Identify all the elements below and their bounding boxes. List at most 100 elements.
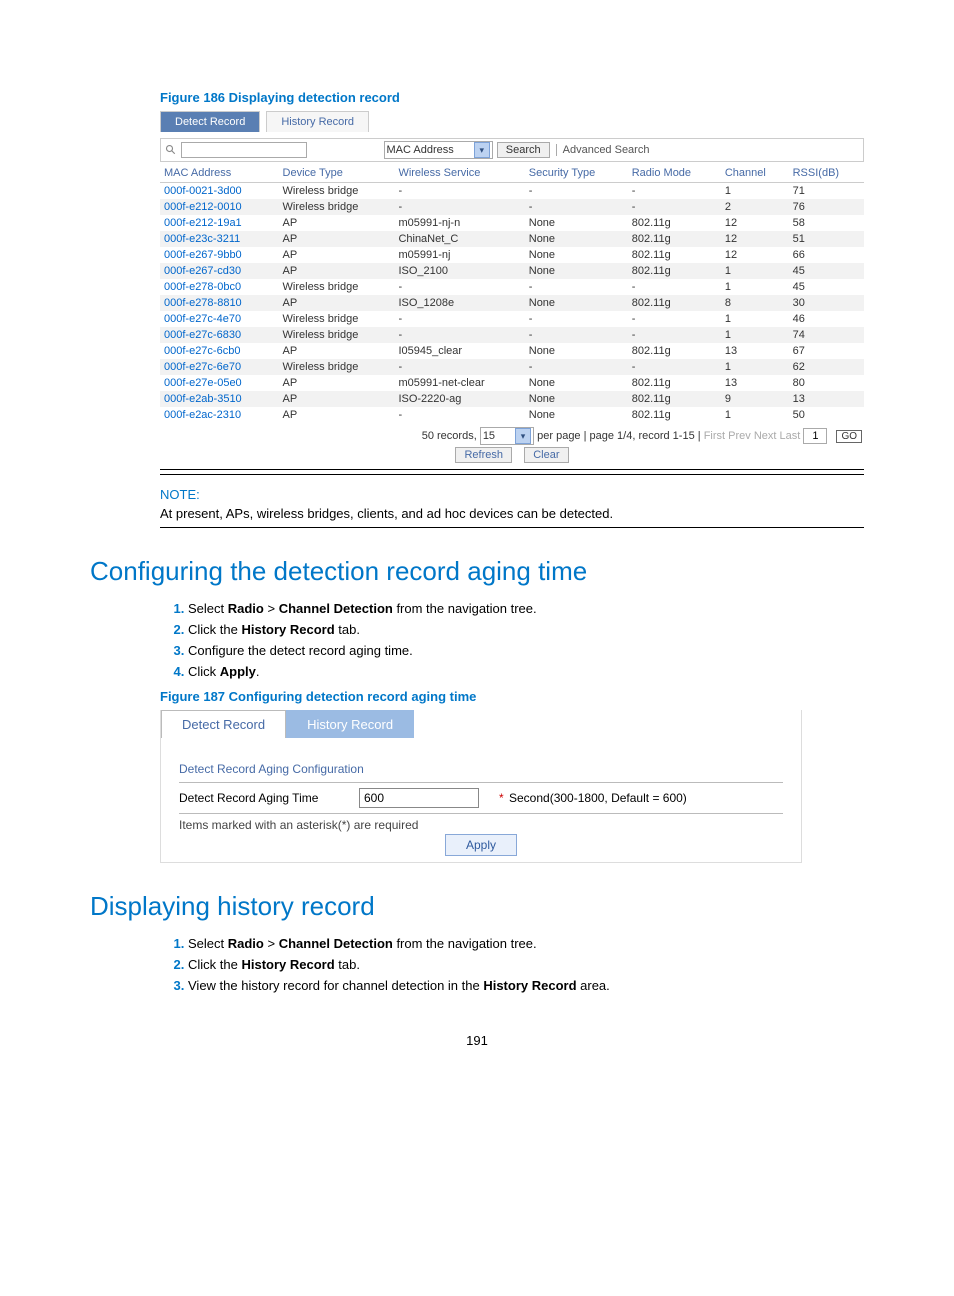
cell-wireless-service: -: [394, 327, 524, 343]
cell-security-type: None: [525, 247, 628, 263]
mac-link[interactable]: 000f-e27e-05e0: [164, 377, 242, 389]
clear-button[interactable]: Clear: [524, 447, 568, 463]
cell-rssi: 45: [789, 263, 864, 279]
separator: [160, 527, 864, 528]
cell-device-type: AP: [279, 231, 395, 247]
figure-186-caption: Figure 186 Displaying detection record: [160, 90, 864, 105]
table-row: 000f-e2ac-2310AP-None802.11g150: [160, 407, 864, 423]
mac-link[interactable]: 000f-e212-0010: [164, 201, 242, 213]
cell-device-type: AP: [279, 407, 395, 423]
cell-device-type: AP: [279, 295, 395, 311]
cell-wireless-service: -: [394, 407, 524, 423]
pager-next[interactable]: Next: [754, 430, 777, 442]
mac-link[interactable]: 000f-e212-19a1: [164, 217, 242, 229]
cell-rssi: 67: [789, 343, 864, 359]
tab2-detect-record[interactable]: Detect Record: [161, 710, 286, 738]
cell-channel: 1: [721, 407, 789, 423]
go-button[interactable]: GO: [836, 430, 862, 443]
mac-link[interactable]: 000f-e27c-4e70: [164, 313, 241, 325]
col-security-type[interactable]: Security Type: [525, 164, 628, 183]
cell-rssi: 80: [789, 375, 864, 391]
cell-rssi: 51: [789, 231, 864, 247]
mac-link[interactable]: 000f-e278-0bc0: [164, 281, 241, 293]
step-item: View the history record for channel dete…: [188, 978, 864, 993]
table-row: 000f-e23c-3211APChinaNet_CNone802.11g125…: [160, 231, 864, 247]
cell-device-type: Wireless bridge: [279, 279, 395, 295]
page-size-value: 15: [483, 430, 495, 442]
cell-rssi: 30: [789, 295, 864, 311]
cell-rssi: 74: [789, 327, 864, 343]
page-number-input[interactable]: [803, 428, 827, 444]
cell-radio-mode: -: [628, 311, 721, 327]
pager-first[interactable]: First: [704, 430, 725, 442]
pager-last[interactable]: Last: [780, 430, 801, 442]
mac-link[interactable]: 000f-e2ab-3510: [164, 393, 242, 405]
mac-link[interactable]: 000f-e278-8810: [164, 297, 242, 309]
cell-radio-mode: 802.11g: [628, 343, 721, 359]
cell-channel: 1: [721, 311, 789, 327]
mac-link[interactable]: 000f-e23c-3211: [164, 233, 240, 245]
history-steps: Select Radio > Channel Detection from th…: [160, 936, 864, 993]
col-mac[interactable]: MAC Address: [160, 164, 279, 183]
cell-security-type: None: [525, 407, 628, 423]
cell-security-type: -: [525, 311, 628, 327]
chevron-down-icon: ▾: [474, 142, 490, 158]
cell-device-type: AP: [279, 263, 395, 279]
page-number: 191: [90, 1033, 864, 1048]
heading-configuring-aging: Configuring the detection record aging t…: [90, 556, 864, 587]
aging-time-input[interactable]: [359, 788, 479, 808]
cell-wireless-service: m05991-nj-n: [394, 215, 524, 231]
cell-security-type: -: [525, 183, 628, 200]
apply-button[interactable]: Apply: [445, 834, 517, 856]
cell-security-type: None: [525, 343, 628, 359]
col-wireless-service[interactable]: Wireless Service: [394, 164, 524, 183]
cell-security-type: None: [525, 263, 628, 279]
table-row: 000f-0021-3d00Wireless bridge---171: [160, 183, 864, 200]
cell-device-type: Wireless bridge: [279, 327, 395, 343]
search-field-select[interactable]: MAC Address ▾: [384, 141, 493, 159]
cell-security-type: None: [525, 231, 628, 247]
cell-security-type: None: [525, 391, 628, 407]
config-section-title: Detect Record Aging Configuration: [179, 762, 783, 776]
page-size-select[interactable]: 15 ▾: [480, 427, 534, 445]
mac-link[interactable]: 000f-e267-cd30: [164, 265, 241, 277]
cell-radio-mode: 802.11g: [628, 247, 721, 263]
cell-rssi: 50: [789, 407, 864, 423]
cell-rssi: 76: [789, 199, 864, 215]
table-row: 000f-e212-0010Wireless bridge---276: [160, 199, 864, 215]
cell-wireless-service: m05991-nj: [394, 247, 524, 263]
figure-187-caption: Figure 187 Configuring detection record …: [160, 689, 864, 704]
mac-link[interactable]: 000f-e267-9bb0: [164, 249, 242, 261]
advanced-search-link[interactable]: Advanced Search: [556, 144, 650, 156]
col-channel[interactable]: Channel: [721, 164, 789, 183]
detect-record-panel: Detect Record History Record MAC Address…: [160, 111, 864, 470]
mac-link[interactable]: 000f-e27c-6e70: [164, 361, 241, 373]
mac-link[interactable]: 000f-e27c-6cb0: [164, 345, 240, 357]
cell-device-type: AP: [279, 375, 395, 391]
cell-channel: 13: [721, 375, 789, 391]
cell-device-type: AP: [279, 215, 395, 231]
search-button[interactable]: Search: [497, 142, 550, 158]
table-row: 000f-e2ab-3510APISO-2220-agNone802.11g91…: [160, 391, 864, 407]
tab2-history-record[interactable]: History Record: [286, 710, 414, 738]
cell-channel: 1: [721, 359, 789, 375]
pager-info: per page | page 1/4, record 1-15 |: [537, 430, 701, 442]
col-radio-mode[interactable]: Radio Mode: [628, 164, 721, 183]
mac-link[interactable]: 000f-0021-3d00: [164, 185, 242, 197]
search-input[interactable]: [181, 142, 307, 158]
cell-device-type: AP: [279, 391, 395, 407]
pager-prev[interactable]: Prev: [728, 430, 751, 442]
step-item: Configure the detect record aging time.: [188, 643, 864, 658]
refresh-button[interactable]: Refresh: [455, 447, 512, 463]
cell-wireless-service: -: [394, 279, 524, 295]
col-device-type[interactable]: Device Type: [279, 164, 395, 183]
mac-link[interactable]: 000f-e27c-6830: [164, 329, 241, 341]
tab-history-record[interactable]: History Record: [266, 111, 369, 132]
mac-link[interactable]: 000f-e2ac-2310: [164, 409, 241, 421]
step-item: Select Radio > Channel Detection from th…: [188, 601, 864, 616]
table-row: 000f-e27c-4e70Wireless bridge---146: [160, 311, 864, 327]
separator: [160, 474, 864, 475]
col-rssi[interactable]: RSSI(dB): [789, 164, 864, 183]
tab-detect-record[interactable]: Detect Record: [160, 111, 260, 132]
table-row: 000f-e278-8810APISO_1208eNone802.11g830: [160, 295, 864, 311]
